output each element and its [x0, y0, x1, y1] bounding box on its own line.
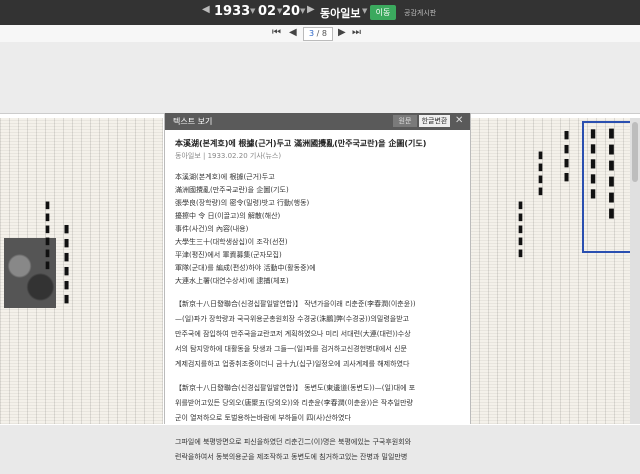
- text-view-dialog: 텍스트 보기 원문 한글변환 ✕ 本溪湖(본계호)에 根據(근거)두고 滿洲國攪…: [164, 113, 471, 461]
- prev-year-arrow-icon[interactable]: ◀: [202, 4, 210, 15]
- text-line: 련락을하여서 동북의용군을 제조작하고 동변도에 침거하고있는 잔병과 밀일만병: [175, 453, 408, 461]
- text-line: 【新京十八日發聯合(신경십팔일발연합)】 동변도(東邊道(동변도))—(일)대에…: [175, 384, 416, 392]
- text-line: 平津(평진)에서 軍資募集(군자모집): [175, 251, 282, 259]
- newspaper-selector[interactable]: 동아일보: [320, 5, 360, 21]
- day-dropdown-icon[interactable]: ▼: [300, 7, 305, 15]
- day-selector[interactable]: 20: [282, 4, 300, 19]
- text-line: 서의 탐지망하에 대활동을 탓생과 그들一(일)파를 검거하고신경헌병대에서 신…: [175, 345, 407, 353]
- text-line: 本溪湖(본계호)에 根據(근거)두고: [175, 173, 275, 181]
- text-line: —(일)파가 장학량과 국극위용군총원회장 수경궁(洙鵬]弊(수경궁))의밀령을…: [175, 315, 410, 323]
- text-line: 위를받어고있든 당외오(唐聚五(당외오))와 리춘윤(李春潤(이춘윤))은 작추…: [175, 399, 413, 407]
- next-page-icon[interactable]: ▶: [338, 27, 346, 38]
- text-line: 大連水上署(대연수상서)에 逮捕(체포): [175, 277, 289, 285]
- close-icon[interactable]: ✕: [455, 115, 463, 126]
- headline-glyph: ▮▮▮▮▮▮: [42, 200, 53, 272]
- prev-page-icon[interactable]: ◀: [289, 27, 297, 38]
- next-day-arrow-icon[interactable]: ▶: [307, 4, 315, 15]
- dialog-header: 텍스트 보기 원문 한글변환 ✕: [165, 113, 470, 130]
- headline-glyph: ▮▮▮▮▮▮: [60, 222, 73, 306]
- text-line: 大學生三十(대학생삼십)이 조각(선전): [175, 238, 288, 246]
- headline-glyph: ▮▮▮▮▮▮: [604, 126, 619, 222]
- newspaper-dropdown-icon[interactable]: ▼: [362, 7, 367, 15]
- text-line: 軍隊(군대)를 編成(편성)하야 活動中(활동중)에: [175, 264, 316, 272]
- headline-glyph: ▮▮▮▮▮: [586, 126, 600, 201]
- text-line: 滿洲國攪亂(만주국교란)을 企圖(기도): [175, 186, 289, 194]
- text-line: 계제검지를하고 업종취조중이더니 금十九(십구)일정오에 괴사계제를 해제하였다: [175, 360, 410, 368]
- article-title: 本溪湖(본계호)에 根據(근거)두고 滿洲國攪亂(만주국교란)을 企圖(기도): [175, 139, 427, 148]
- page-indicator: 3 / 8: [303, 27, 333, 41]
- text-line: 만주국에 잠입하여 만주국을교란코저 계획하였으나 미리 서대련(大連(대련))…: [175, 330, 411, 338]
- article-meta: 동아일보 | 1933.02.20 기사(뉴스): [175, 152, 282, 160]
- date-navigation-bar: ◀ 1933 ▼ 02 ▼ 20 ▼ ▶ 동아일보 ▼ 이동 공감게시판: [0, 0, 640, 25]
- year-selector[interactable]: 1933: [214, 4, 250, 19]
- first-page-icon[interactable]: ⏮: [272, 27, 281, 38]
- text-line: 그파일에 북평방면으로 피신을하였던 리춘긴二(이)명은 북평에있는 구국후원회…: [175, 438, 412, 446]
- last-page-icon[interactable]: ⏭: [352, 27, 361, 38]
- headline-glyph: ▮▮▮▮: [560, 128, 573, 184]
- page-navigation-bar: ⏮ ◀ 3 / 8 ▶ ⏭: [0, 25, 640, 43]
- dialog-title: 텍스트 보기: [173, 117, 213, 126]
- newspaper-page-left[interactable]: [0, 118, 163, 424]
- board-link[interactable]: 공감게시판: [404, 8, 436, 18]
- original-text-button[interactable]: 원문: [393, 115, 417, 127]
- text-line: 事件(사건)의 內容(내용): [175, 225, 249, 233]
- month-selector[interactable]: 02: [258, 4, 276, 19]
- page-scrollbar[interactable]: [630, 118, 640, 424]
- scrollbar-thumb[interactable]: [632, 122, 638, 182]
- year-dropdown-icon[interactable]: ▼: [250, 7, 255, 15]
- text-line: 擾擦中 令 日(이끌고)의 解散(해산): [175, 212, 281, 220]
- dialog-body: 本溪湖(본계호)에 根據(근거)두고 滿洲國攪亂(만주국교란)을 企圖(기도) …: [175, 137, 460, 474]
- hangul-convert-button[interactable]: 한글변환: [419, 115, 450, 127]
- headline-glyph: ▮▮▮▮▮: [515, 200, 526, 260]
- text-line: 【新京十八日發聯合(신경십팔일발연합)】 작년가을이래 리춘준(李春潤(이춘윤)…: [175, 300, 416, 308]
- move-button[interactable]: 이동: [370, 5, 396, 20]
- text-line: 張學良(장학량)의 密令(밀령)밧고 行動(행동): [175, 199, 310, 207]
- headline-glyph: ▮▮▮▮: [535, 150, 546, 198]
